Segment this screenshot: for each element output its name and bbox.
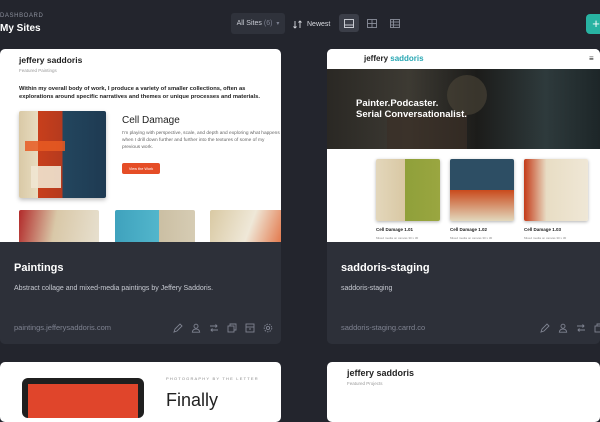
sort-label: Newest	[307, 21, 330, 28]
layout-large-icon	[344, 19, 354, 28]
site-name[interactable]: saddoris-staging	[341, 262, 430, 274]
preview-navbar: jeffery saddoris ≡	[327, 49, 600, 69]
preview-subtitle: Featured Projects	[347, 381, 383, 386]
preview-heading: Finally	[166, 390, 218, 411]
archive-icon[interactable]	[244, 322, 255, 333]
preview-subtitle: Featured Paintings	[19, 68, 57, 73]
view-grid-button[interactable]	[362, 14, 382, 32]
view-list-button[interactable]	[385, 14, 405, 32]
preview-device	[22, 378, 144, 418]
site-info: saddoris-staging saddoris-staging saddor…	[327, 242, 600, 344]
user-icon[interactable]	[557, 322, 568, 333]
preview-body: I'm playing with perspective, scale, and…	[122, 131, 281, 152]
site-card-staging[interactable]: jeffery saddoris ≡ Painter.Podcaster. Se…	[327, 49, 600, 344]
site-url-link[interactable]: saddoris-staging.carrd.co	[341, 323, 425, 332]
site-preview[interactable]: jeffery saddoris ≡ Painter.Podcaster. Se…	[327, 49, 600, 242]
add-site-button[interactable]: +	[586, 14, 600, 34]
page-title: My Sites	[0, 23, 41, 34]
site-preview[interactable]: jeffery saddoris Featured Paintings With…	[0, 49, 281, 242]
site-name[interactable]: Paintings	[14, 262, 64, 274]
sites-filter-count: (6)	[264, 20, 273, 27]
layout-grid-icon	[367, 19, 377, 28]
sites-filter-label: All Sites	[237, 20, 262, 27]
site-card-preview-partial[interactable]: PHOTOGRAPHY BY THE LETTER Finally	[0, 362, 281, 422]
preview-item-sub: Mixed media on canvas 30 x 30	[376, 236, 418, 240]
preview-item-title: Cell Damage 1.02	[450, 227, 487, 232]
site-description: saddoris-staging	[341, 285, 392, 292]
transfer-icon[interactable]	[208, 322, 219, 333]
preview-logo: jeffery saddoris	[364, 54, 424, 63]
preview-item-sub: Mixed media on canvas 30 x 30	[450, 236, 492, 240]
site-actions	[172, 322, 273, 333]
preview-tagline: Serial Conversationalist.	[356, 109, 467, 120]
preview-item-title: Cell Damage 1.03	[524, 227, 561, 232]
site-description: Abstract collage and mixed-media paintin…	[14, 285, 213, 292]
site-actions	[539, 322, 600, 333]
top-bar: DASHBOARD My Sites All Sites (6) ▾ Newes…	[0, 0, 600, 48]
edit-icon[interactable]	[539, 322, 550, 333]
preview-item-title: Cell Damage 1.01	[376, 227, 413, 232]
preview-intro: Within my overall body of work, I produc…	[19, 85, 281, 102]
sites-filter-dropdown[interactable]: All Sites (6) ▾	[231, 13, 285, 34]
breadcrumb[interactable]: DASHBOARD	[0, 13, 43, 19]
layout-list-icon	[390, 19, 400, 28]
preview-thumbnail	[19, 210, 99, 242]
view-large-button[interactable]	[339, 14, 359, 32]
preview-cta-button: View the Work	[122, 163, 160, 174]
preview-hero: Painter.Podcaster. Serial Conversational…	[327, 69, 600, 149]
duplicate-icon[interactable]	[226, 322, 237, 333]
preview-item-sub: Mixed media on canvas 30 x 30	[524, 236, 566, 240]
preview-artwork	[524, 159, 588, 221]
hamburger-menu-icon: ≡	[589, 54, 594, 63]
user-icon[interactable]	[190, 322, 201, 333]
site-info: Paintings Abstract collage and mixed-med…	[0, 242, 281, 344]
preview-brand: jeffery saddoris	[347, 368, 414, 378]
preview-artwork	[376, 159, 440, 221]
transfer-icon[interactable]	[575, 322, 586, 333]
site-url-link[interactable]: paintings.jefferysaddoris.com	[14, 323, 111, 332]
settings-icon[interactable]	[262, 322, 273, 333]
preview-thumbnail	[115, 210, 195, 242]
preview-thumbnail	[210, 210, 281, 242]
sort-icon	[293, 20, 302, 29]
site-card-preview-partial[interactable]: jeffery saddoris Featured Projects	[327, 362, 600, 422]
preview-brand: jeffery saddoris	[19, 55, 82, 65]
edit-icon[interactable]	[172, 322, 183, 333]
duplicate-icon[interactable]	[593, 322, 600, 333]
preview-artwork	[19, 111, 106, 198]
chevron-down-icon: ▾	[276, 20, 279, 27]
preview-tagline: Painter.Podcaster.	[356, 98, 438, 109]
site-card-paintings[interactable]: jeffery saddoris Featured Paintings With…	[0, 49, 281, 344]
preview-artwork	[450, 159, 514, 221]
preview-eyebrow: PHOTOGRAPHY BY THE LETTER	[166, 376, 259, 381]
sort-button[interactable]: Newest	[293, 16, 333, 32]
preview-heading: Cell Damage	[122, 115, 180, 126]
